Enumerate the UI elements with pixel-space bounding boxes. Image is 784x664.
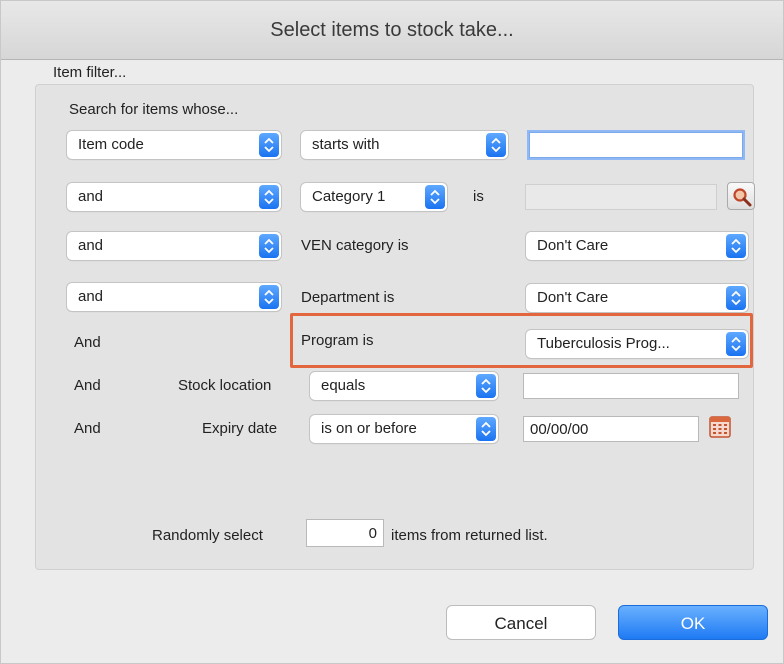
calendar-icon[interactable] — [708, 415, 732, 439]
category-select[interactable]: Category 1 — [301, 183, 447, 211]
expiry-date-label: Expiry date — [202, 420, 278, 437]
window-title: Select items to stock take... — [270, 18, 514, 41]
dialog-window: Select items to stock take... Item filte… — [0, 0, 784, 664]
search-intro-label: Search for items whose... — [69, 101, 239, 118]
ven-category-select-value: Don't Care — [537, 237, 609, 254]
expiry-date-input-value: 00/00/00 — [530, 421, 589, 438]
item-code-input[interactable] — [529, 132, 743, 158]
chevron-updown-icon — [486, 133, 506, 157]
conjunction-select-4[interactable]: and — [67, 283, 281, 311]
cancel-button[interactable]: Cancel — [446, 605, 596, 640]
chevron-updown-icon — [259, 133, 279, 157]
chevron-updown-icon — [726, 286, 746, 310]
expiry-operator-value: is on or before — [321, 420, 417, 437]
is-label: is — [473, 188, 484, 205]
chevron-updown-icon — [259, 185, 279, 209]
item-operator-select-value: starts with — [312, 136, 380, 153]
conjunction-label-7: And — [74, 420, 101, 437]
ven-category-select[interactable]: Don't Care — [526, 232, 748, 260]
department-select[interactable]: Don't Care — [526, 284, 748, 312]
department-label: Department is — [301, 289, 395, 306]
title-bar: Select items to stock take... — [1, 1, 783, 60]
category-select-value: Category 1 — [312, 188, 386, 205]
random-count-value: 0 — [368, 525, 377, 542]
category-value-field — [525, 184, 717, 210]
category-search-button[interactable] — [727, 182, 755, 210]
item-field-select[interactable]: Item code — [67, 131, 281, 159]
conjunction-select-4-value: and — [78, 288, 104, 305]
ok-button[interactable]: OK — [618, 605, 768, 640]
chevron-updown-icon — [476, 374, 496, 398]
stock-location-label: Stock location — [178, 377, 272, 394]
program-highlight-box — [290, 313, 753, 368]
chevron-updown-icon — [259, 285, 279, 309]
stock-location-input[interactable] — [523, 373, 739, 399]
stock-location-operator-value: equals — [321, 377, 366, 394]
random-suffix-label: items from returned list. — [391, 527, 548, 544]
conjunction-label-6: And — [74, 377, 101, 394]
expiry-operator-select[interactable]: is on or before — [310, 415, 498, 443]
random-count-input[interactable]: 0 — [306, 519, 384, 547]
conjunction-select-3[interactable]: and — [67, 232, 281, 260]
chevron-updown-icon — [726, 234, 746, 258]
chevron-updown-icon — [425, 185, 445, 209]
ven-category-label: VEN category is — [301, 237, 409, 254]
magnifier-icon — [732, 187, 752, 212]
stock-location-operator-select[interactable]: equals — [310, 372, 498, 400]
chevron-updown-icon — [476, 417, 496, 441]
item-filter-label: Item filter... — [53, 64, 127, 81]
item-field-select-value: Item code — [78, 136, 144, 153]
conjunction-label-5: And — [74, 334, 101, 351]
conjunction-select-2-value: and — [78, 188, 104, 205]
conjunction-select-2[interactable]: and — [67, 183, 281, 211]
expiry-date-input[interactable]: 00/00/00 — [523, 416, 699, 442]
conjunction-select-3-value: and — [78, 237, 104, 254]
department-select-value: Don't Care — [537, 289, 609, 306]
chevron-updown-icon — [259, 234, 279, 258]
random-select-label: Randomly select — [152, 527, 263, 544]
item-operator-select[interactable]: starts with — [301, 131, 508, 159]
